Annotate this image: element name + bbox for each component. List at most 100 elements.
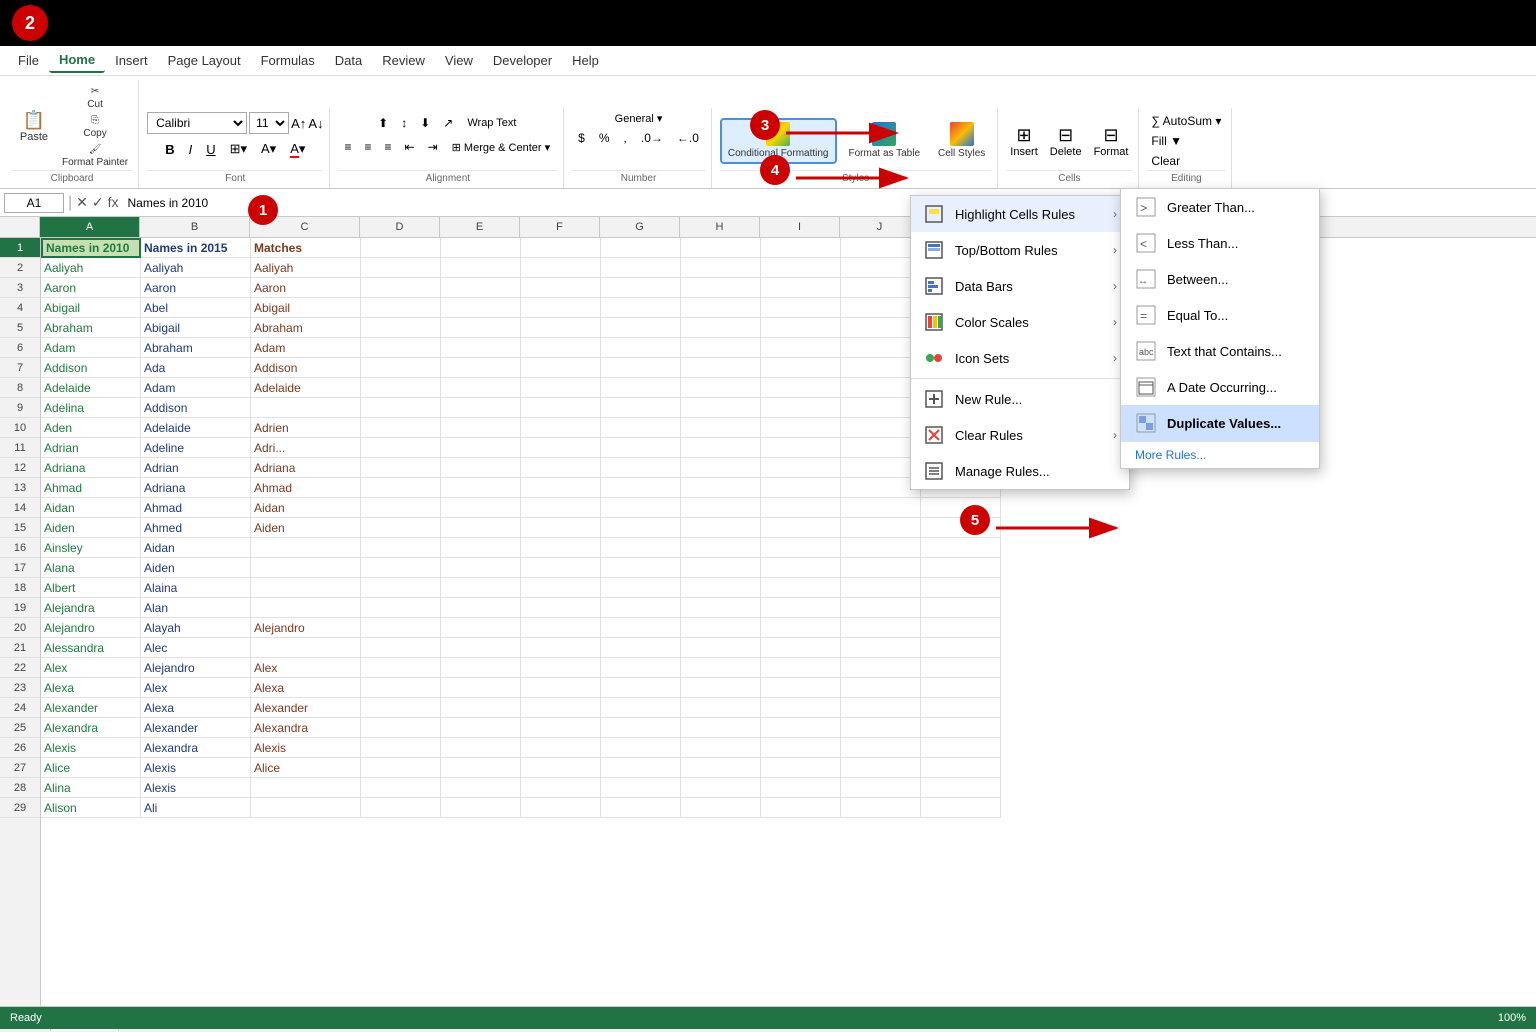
cell-18-2[interactable]	[251, 578, 361, 598]
menu-developer[interactable]: Developer	[483, 49, 562, 72]
cell-29-4[interactable]	[441, 798, 521, 818]
cell-6-5[interactable]	[521, 338, 601, 358]
cell-11-5[interactable]	[521, 438, 601, 458]
cell-24-4[interactable]	[441, 698, 521, 718]
cell-12-2[interactable]: Adriana	[251, 458, 361, 478]
cell-1-4[interactable]	[441, 238, 521, 258]
cell-18-5[interactable]	[521, 578, 601, 598]
row-num-7[interactable]: 7	[0, 358, 40, 378]
cell-22-8[interactable]	[761, 658, 841, 678]
cell-20-9[interactable]	[841, 618, 921, 638]
cell-14-1[interactable]: Ahmad	[141, 498, 251, 518]
font-color-button[interactable]: A▾	[284, 138, 311, 160]
cell-26-1[interactable]: Alexandra	[141, 738, 251, 758]
cell-19-5[interactable]	[521, 598, 601, 618]
align-bottom-button[interactable]: ⬇	[414, 112, 436, 134]
cell-28-3[interactable]	[361, 778, 441, 798]
cell-3-4[interactable]	[441, 278, 521, 298]
row-num-12[interactable]: 12	[0, 458, 40, 478]
cell-11-0[interactable]: Adrian	[41, 438, 141, 458]
cell-28-4[interactable]	[441, 778, 521, 798]
between-item[interactable]: ↔ Between...	[1121, 261, 1319, 297]
cell-27-7[interactable]	[681, 758, 761, 778]
cell-27-6[interactable]	[601, 758, 681, 778]
cell-26-9[interactable]	[841, 738, 921, 758]
cell-7-6[interactable]	[601, 358, 681, 378]
cell-21-10[interactable]	[921, 638, 1001, 658]
menu-data[interactable]: Data	[325, 49, 372, 72]
cell-8-0[interactable]: Adelaide	[41, 378, 141, 398]
cell-15-9[interactable]	[841, 518, 921, 538]
cell-12-6[interactable]	[601, 458, 681, 478]
cell-6-4[interactable]	[441, 338, 521, 358]
font-family-select[interactable]: Calibri	[147, 112, 247, 134]
cell-5-2[interactable]: Abraham	[251, 318, 361, 338]
cell-23-7[interactable]	[681, 678, 761, 698]
comma-button[interactable]: ,	[618, 127, 633, 149]
data-bars-item[interactable]: Data Bars ›	[911, 268, 1129, 304]
cell-19-4[interactable]	[441, 598, 521, 618]
align-center-button[interactable]: ≡	[359, 136, 378, 158]
cell-27-9[interactable]	[841, 758, 921, 778]
row-num-6[interactable]: 6	[0, 338, 40, 358]
cell-13-6[interactable]	[601, 478, 681, 498]
greater-than-item[interactable]: > Greater Than...	[1121, 189, 1319, 225]
cell-7-8[interactable]	[761, 358, 841, 378]
cell-17-1[interactable]: Aiden	[141, 558, 251, 578]
cell-5-6[interactable]	[601, 318, 681, 338]
cell-16-6[interactable]	[601, 538, 681, 558]
cell-4-8[interactable]	[761, 298, 841, 318]
cell-10-5[interactable]	[521, 418, 601, 438]
duplicate-values-item[interactable]: Duplicate Values...	[1121, 405, 1319, 441]
merge-center-button[interactable]: ⊞ Merge & Center ▾	[445, 136, 558, 158]
menu-help[interactable]: Help	[562, 49, 609, 72]
decimal-decrease-button[interactable]: ←.0	[671, 127, 705, 149]
cell-15-0[interactable]: Aiden	[41, 518, 141, 538]
cell-16-9[interactable]	[841, 538, 921, 558]
cancel-icon[interactable]: ✕	[76, 194, 88, 211]
cell-27-8[interactable]	[761, 758, 841, 778]
cell-21-7[interactable]	[681, 638, 761, 658]
cell-25-0[interactable]: Alexandra	[41, 718, 141, 738]
cell-13-1[interactable]: Adriana	[141, 478, 251, 498]
cell-7-1[interactable]: Ada	[141, 358, 251, 378]
cell-28-9[interactable]	[841, 778, 921, 798]
row-num-1[interactable]: 1	[0, 238, 40, 258]
cell-3-6[interactable]	[601, 278, 681, 298]
cell-23-2[interactable]: Alexa	[251, 678, 361, 698]
cell-9-4[interactable]	[441, 398, 521, 418]
angle-text-button[interactable]: ↗	[437, 112, 459, 134]
cell-2-0[interactable]: Aaliyah	[41, 258, 141, 278]
cell-18-4[interactable]	[441, 578, 521, 598]
cell-28-5[interactable]	[521, 778, 601, 798]
cell-18-6[interactable]	[601, 578, 681, 598]
cell-3-3[interactable]	[361, 278, 441, 298]
cell-13-2[interactable]: Ahmad	[251, 478, 361, 498]
cell-29-1[interactable]: Ali	[141, 798, 251, 818]
cell-23-0[interactable]: Alexa	[41, 678, 141, 698]
cell-12-4[interactable]	[441, 458, 521, 478]
cell-16-2[interactable]	[251, 538, 361, 558]
cell-22-2[interactable]: Alex	[251, 658, 361, 678]
cell-24-8[interactable]	[761, 698, 841, 718]
cell-9-8[interactable]	[761, 398, 841, 418]
cell-1-6[interactable]	[601, 238, 681, 258]
row-num-29[interactable]: 29	[0, 798, 40, 818]
cell-2-7[interactable]	[681, 258, 761, 278]
formula-input[interactable]	[123, 193, 1532, 213]
cell-14-3[interactable]	[361, 498, 441, 518]
cell-20-8[interactable]	[761, 618, 841, 638]
cell-15-8[interactable]	[761, 518, 841, 538]
row-num-10[interactable]: 10	[0, 418, 40, 438]
icon-sets-item[interactable]: Icon Sets ›	[911, 340, 1129, 376]
cell-11-3[interactable]	[361, 438, 441, 458]
cell-1-0[interactable]: Names in 2010	[41, 238, 141, 258]
cell-16-7[interactable]	[681, 538, 761, 558]
cell-4-6[interactable]	[601, 298, 681, 318]
row-num-9[interactable]: 9	[0, 398, 40, 418]
less-than-item[interactable]: < Less Than...	[1121, 225, 1319, 261]
percent-button[interactable]: %	[593, 127, 616, 149]
col-header-f[interactable]: F	[520, 217, 600, 237]
cell-26-4[interactable]	[441, 738, 521, 758]
fill-color-button[interactable]: A▾	[255, 138, 282, 160]
